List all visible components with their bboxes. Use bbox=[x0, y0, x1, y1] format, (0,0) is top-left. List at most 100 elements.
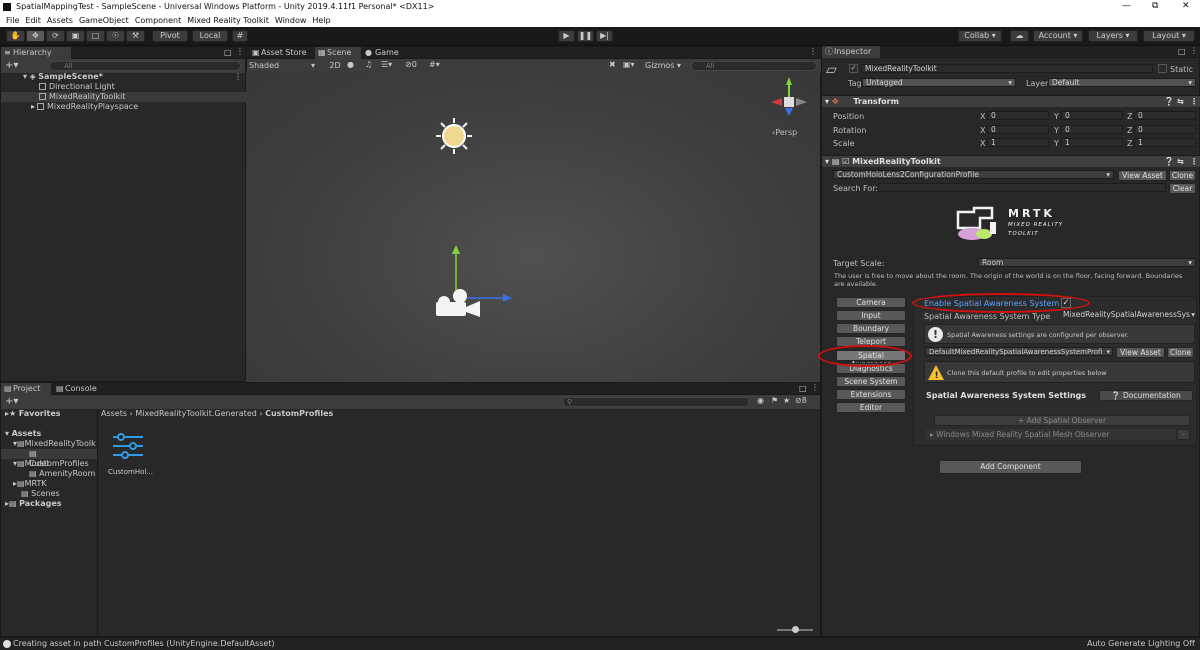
component-enabled-checkbox[interactable]: ☑ bbox=[842, 157, 849, 166]
transform-tool-button[interactable]: ☉ bbox=[106, 30, 125, 42]
zoom-slider[interactable] bbox=[777, 626, 813, 633]
active-checkbox[interactable]: ✓ bbox=[849, 64, 858, 73]
target-scale-dropdown[interactable]: Room ▾ bbox=[978, 258, 1196, 267]
object-name-field[interactable]: MixedRealityToolkit bbox=[861, 64, 1153, 73]
sa-profile-dropdown[interactable]: DefaultMixedRealitySpatialAwarenessSyste… bbox=[925, 347, 1113, 356]
scale-y-field[interactable]: 1 bbox=[1061, 138, 1123, 147]
tag-dropdown[interactable]: Untagged ▾ bbox=[862, 78, 1016, 87]
menu-gameobject[interactable]: GameObject bbox=[79, 16, 129, 25]
sa-clone-button[interactable]: Clone bbox=[1167, 347, 1194, 358]
panel-menu-icon[interactable]: ⋮ bbox=[811, 383, 819, 392]
status-message[interactable]: Creating asset in path CustomProfiles (U… bbox=[13, 638, 275, 650]
clone-button[interactable]: Clone bbox=[1169, 170, 1196, 181]
nav-camera-button[interactable]: Camera bbox=[836, 297, 906, 308]
menu-edit[interactable]: Edit bbox=[25, 16, 41, 25]
favorites-item[interactable]: ▸★ Favorites bbox=[5, 409, 61, 419]
tab-inspector[interactable]: ⓘ Inspector bbox=[822, 46, 880, 58]
tab-hierarchy[interactable]: ≡ Hierarchy bbox=[1, 47, 71, 59]
persp-label[interactable]: ‹Persp bbox=[772, 128, 797, 137]
tab-asset-store[interactable]: ▣ Asset Store bbox=[249, 47, 311, 59]
pause-button[interactable]: ❚❚ bbox=[577, 30, 594, 42]
tree-model[interactable]: ▾▤Model bbox=[13, 459, 49, 469]
grid-snap-button[interactable]: # bbox=[232, 30, 248, 42]
shading-dropdown[interactable]: Shaded ▾ bbox=[249, 60, 319, 71]
scene-menu-icon[interactable]: ⋮ bbox=[234, 72, 242, 82]
star-icon[interactable]: ★ bbox=[783, 396, 790, 405]
breadcrumb-item[interactable]: CustomProfiles bbox=[265, 409, 333, 418]
search-for-input[interactable] bbox=[878, 183, 1166, 192]
zoom-slider-thumb[interactable] bbox=[792, 626, 799, 633]
breadcrumb-item[interactable]: Assets bbox=[101, 409, 127, 418]
audio-icon[interactable]: ♫ bbox=[365, 60, 372, 69]
tools-icon[interactable]: ✖ bbox=[609, 60, 616, 69]
hidden-objects-icon[interactable]: ⊘0 bbox=[405, 60, 417, 69]
filter-type-icon[interactable]: ◉ bbox=[757, 396, 764, 405]
filter-label-icon[interactable]: ⚑ bbox=[771, 396, 778, 405]
asset-tile[interactable]: CustomHol... bbox=[107, 431, 153, 481]
static-checkbox[interactable] bbox=[1158, 64, 1167, 73]
step-button[interactable]: ▶| bbox=[596, 30, 613, 42]
panel-menu-icon[interactable]: ⋮ bbox=[236, 47, 244, 56]
position-z-field[interactable]: 0 bbox=[1134, 111, 1196, 120]
add-icon[interactable]: +▾ bbox=[5, 396, 18, 407]
hidden-packages-icon[interactable]: ⊘8 bbox=[795, 396, 807, 405]
scale-tool-button[interactable]: ▣ bbox=[66, 30, 85, 42]
nav-input-button[interactable]: Input bbox=[836, 310, 906, 321]
scene-search-input[interactable]: All bbox=[691, 61, 817, 71]
scene-canvas[interactable] bbox=[246, 71, 820, 382]
remove-observer-button[interactable]: - bbox=[1177, 429, 1190, 440]
hand-tool-button[interactable]: ✋ bbox=[6, 30, 25, 42]
tab-game[interactable]: ● Game bbox=[363, 47, 405, 59]
close-icon[interactable]: ✕ bbox=[1182, 1, 1190, 11]
collab-button[interactable]: Collab ▾ bbox=[958, 30, 1002, 42]
project-search-input[interactable]: ⚲ bbox=[563, 397, 749, 407]
documentation-button[interactable]: ❔ Documentation bbox=[1099, 390, 1193, 401]
lighting-icon[interactable]: ● bbox=[347, 60, 354, 69]
maximize-icon[interactable]: ⧉ bbox=[1152, 1, 1158, 11]
rotate-tool-button[interactable]: ⟳ bbox=[46, 30, 65, 42]
menu-component[interactable]: Component bbox=[135, 16, 181, 25]
transform-header[interactable]: ▾ ✥ Transform ❔ ⇆ ⋮ bbox=[822, 95, 1200, 107]
tree-scenes[interactable]: ▤ Scenes bbox=[21, 489, 60, 499]
custom-tool-button[interactable]: ⚒ bbox=[126, 30, 145, 42]
tree-amenity-room[interactable]: ▤ AmenityRoom bbox=[29, 469, 95, 479]
nav-extensions-button[interactable]: Extensions bbox=[836, 389, 906, 400]
help-icon[interactable]: ❔ bbox=[1164, 96, 1174, 107]
grid-icon[interactable]: #▾ bbox=[429, 60, 440, 69]
2d-toggle[interactable]: 2D bbox=[327, 60, 343, 71]
menu-window[interactable]: Window bbox=[275, 16, 307, 25]
account-button[interactable]: Account ▾ bbox=[1033, 30, 1083, 42]
view-asset-button[interactable]: View Asset bbox=[1118, 170, 1167, 181]
tab-console[interactable]: ▤ Console bbox=[53, 383, 103, 395]
nav-scene-system-button[interactable]: Scene System bbox=[836, 376, 906, 387]
tab-project[interactable]: ▤ Project bbox=[1, 383, 51, 395]
panel-menu-icon[interactable]: ⋮ bbox=[1190, 46, 1198, 55]
breadcrumb-item[interactable]: MixedRealityToolkit.Generated bbox=[135, 409, 256, 418]
tree-mrtk-generated[interactable]: ▾▤MixedRealityToolk bbox=[13, 439, 96, 449]
lock-icon[interactable]: □ bbox=[1178, 47, 1186, 56]
menu-assets[interactable]: Assets bbox=[47, 16, 73, 25]
menu-file[interactable]: File bbox=[6, 16, 19, 25]
pivot-button[interactable]: Pivot bbox=[152, 30, 188, 42]
effects-icon[interactable]: ☰▾ bbox=[381, 60, 392, 69]
project-divider[interactable] bbox=[97, 409, 98, 637]
position-x-field[interactable]: 0 bbox=[987, 111, 1049, 120]
menu-mrtk[interactable]: Mixed Reality Toolkit bbox=[187, 16, 269, 25]
sa-type-dropdown[interactable]: MixedRealitySpatialAwarenessSys ▾ bbox=[1060, 311, 1195, 320]
layer-dropdown[interactable]: Default ▾ bbox=[1048, 78, 1196, 87]
observer-row[interactable]: ▸ Windows Mixed Reality Spatial Mesh Obs… bbox=[926, 429, 1176, 440]
tab-scene[interactable]: ▦ Scene bbox=[315, 47, 361, 59]
rotation-z-field[interactable]: 0 bbox=[1134, 125, 1196, 134]
minimize-icon[interactable]: — bbox=[1122, 1, 1131, 11]
sa-view-asset-button[interactable]: View Asset bbox=[1116, 347, 1165, 358]
nav-boundary-button[interactable]: Boundary bbox=[836, 323, 906, 334]
hierarchy-item-playspace[interactable]: ▸ MixedRealityPlayspace bbox=[1, 102, 246, 112]
scene-viewport[interactable]: ‹Persp bbox=[246, 71, 820, 382]
hierarchy-item-mixed-reality-toolkit[interactable]: MixedRealityToolkit bbox=[1, 92, 246, 102]
scale-x-field[interactable]: 1 bbox=[987, 138, 1049, 147]
tree-packages[interactable]: ▸▤ Packages bbox=[5, 499, 62, 509]
cloud-button[interactable]: ☁ bbox=[1010, 30, 1029, 42]
hierarchy-scene-row[interactable]: ▾ ◈ SampleScene* ⋮ bbox=[1, 72, 246, 82]
lock-icon[interactable]: □ bbox=[799, 384, 807, 393]
menu-help[interactable]: Help bbox=[312, 16, 330, 25]
